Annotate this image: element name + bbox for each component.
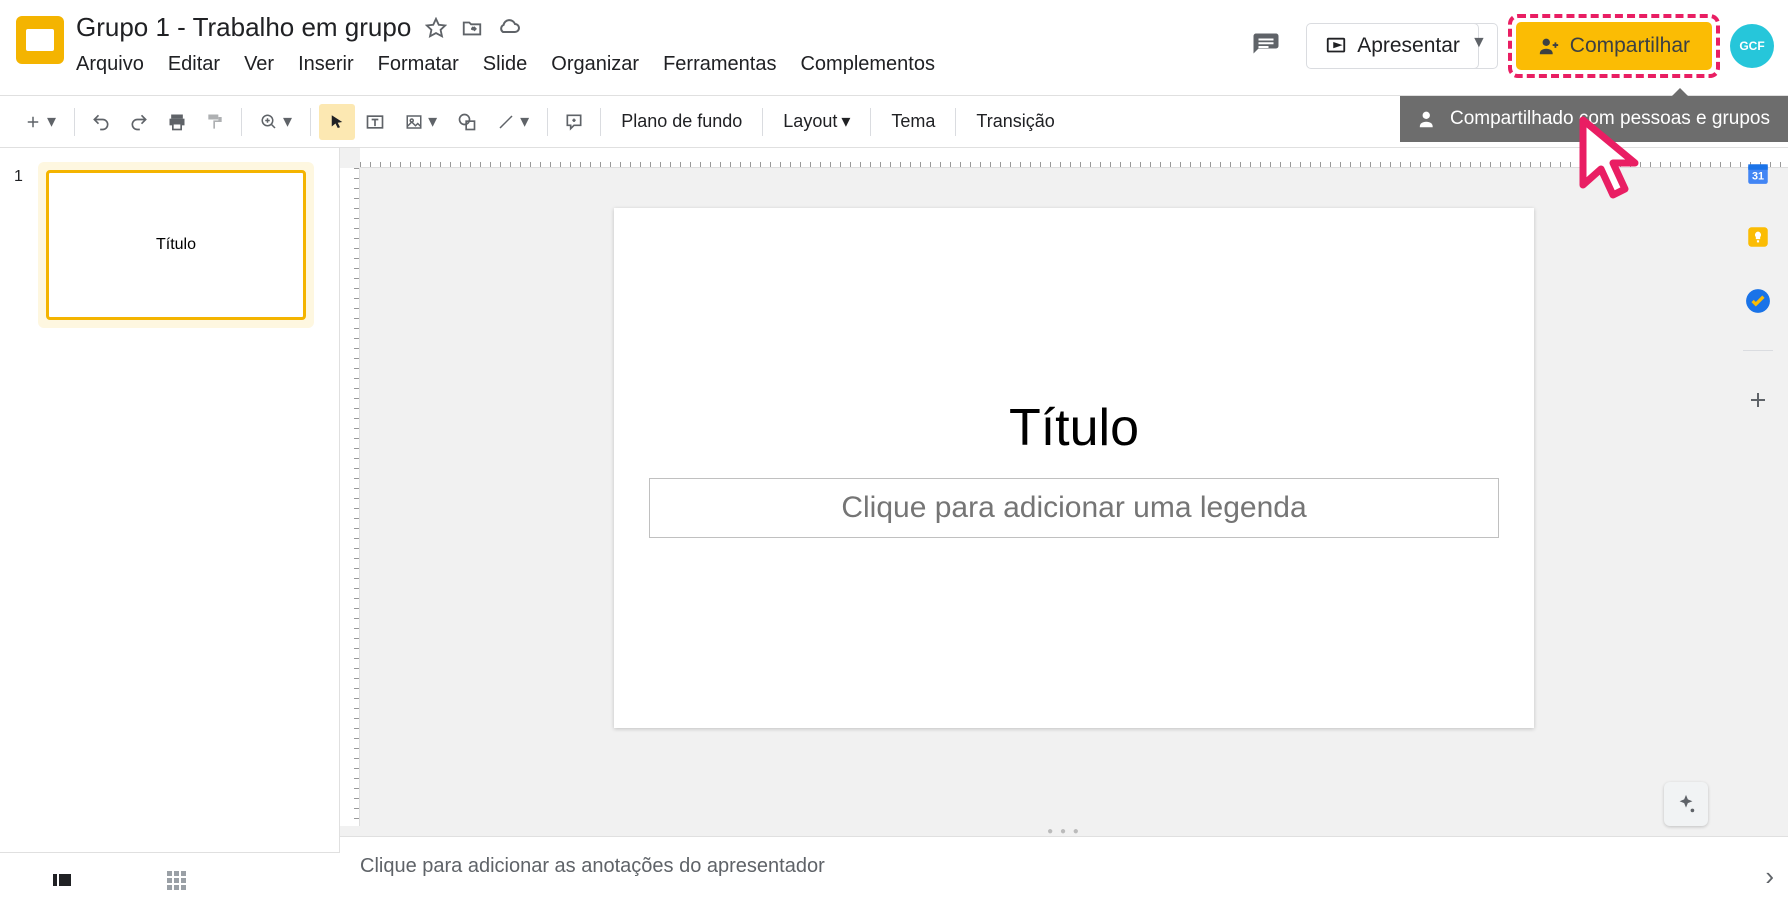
tasks-icon[interactable] — [1743, 286, 1773, 316]
document-title[interactable]: Grupo 1 - Trabalho em grupo — [76, 12, 411, 43]
side-panel: 31 — [1728, 148, 1788, 415]
separator — [955, 108, 956, 136]
share-tooltip: Compartilhado com pessoas e grupos — [1400, 96, 1788, 142]
vertical-ruler — [340, 168, 360, 826]
menubar: Arquivo Editar Ver Inserir Formatar Slid… — [76, 53, 935, 76]
thumbnail-number: 1 — [14, 162, 38, 328]
add-addon-icon[interactable] — [1743, 385, 1773, 415]
filmstrip-view-icon[interactable] — [50, 868, 74, 892]
separator — [547, 108, 548, 136]
undo-button[interactable] — [83, 104, 119, 140]
separator — [241, 108, 242, 136]
slide-thumbnail[interactable]: Título — [46, 170, 306, 320]
shape-tool[interactable] — [449, 104, 485, 140]
menu-ferramentas[interactable]: Ferramentas — [663, 53, 776, 76]
separator — [870, 108, 871, 136]
calendar-icon[interactable]: 31 — [1743, 158, 1773, 188]
comment-tool[interactable] — [556, 104, 592, 140]
doc-meta: Grupo 1 - Trabalho em grupo Arquivo Edit… — [76, 10, 935, 76]
slide-stage[interactable]: Título Clique para adicionar uma legenda — [360, 168, 1788, 826]
select-tool[interactable] — [319, 104, 355, 140]
present-label: Apresentar — [1357, 34, 1460, 58]
share-label: Compartilhar — [1570, 34, 1690, 58]
menu-editar[interactable]: Editar — [168, 53, 220, 76]
menu-slide[interactable]: Slide — [483, 53, 527, 76]
workspace: 1 Título Título Clique para adicionar um… — [0, 148, 1788, 906]
horizontal-ruler — [360, 148, 1788, 168]
zoom-button[interactable]: ▾ — [250, 104, 302, 140]
share-tooltip-text: Compartilhado com pessoas e grupos — [1450, 108, 1770, 130]
present-dropdown[interactable]: ▼ — [1461, 23, 1498, 69]
speaker-notes[interactable]: Clique para adicionar as anotações do ap… — [340, 836, 1788, 906]
new-slide-button[interactable]: ▾ — [14, 104, 66, 140]
comments-icon[interactable] — [1244, 24, 1288, 68]
separator — [762, 108, 763, 136]
menu-inserir[interactable]: Inserir — [298, 53, 354, 76]
background-button[interactable]: Plano de fundo — [609, 111, 754, 132]
separator — [74, 108, 75, 136]
menu-ver[interactable]: Ver — [244, 53, 274, 76]
textbox-tool[interactable] — [357, 104, 393, 140]
separator — [310, 108, 311, 136]
menu-formatar[interactable]: Formatar — [378, 53, 459, 76]
image-tool[interactable]: ▾ — [395, 104, 447, 140]
menu-complementos[interactable]: Complementos — [800, 53, 935, 76]
slide-subtitle-placeholder[interactable]: Clique para adicionar uma legenda — [649, 478, 1499, 538]
share-button[interactable]: Compartilhar — [1516, 22, 1712, 70]
separator — [600, 108, 601, 136]
paint-format-button[interactable] — [197, 104, 233, 140]
grid-view-icon[interactable] — [164, 868, 188, 892]
menu-organizar[interactable]: Organizar — [551, 53, 639, 76]
separator — [1743, 350, 1773, 351]
print-button[interactable] — [159, 104, 195, 140]
cloud-saved-icon[interactable] — [497, 16, 521, 40]
present-button[interactable]: Apresentar — [1306, 23, 1479, 69]
titlebar: Grupo 1 - Trabalho em grupo Arquivo Edit… — [0, 0, 1788, 96]
slide-title-placeholder[interactable]: Título — [1009, 398, 1139, 458]
notes-resizer[interactable]: ● ● ● — [340, 826, 1788, 836]
canvas-area: Título Clique para adicionar uma legenda… — [340, 148, 1788, 906]
star-icon[interactable] — [425, 17, 447, 39]
thumbnail-row[interactable]: 1 Título — [0, 162, 339, 328]
hide-side-panel-icon[interactable]: › — [1765, 861, 1774, 892]
theme-button[interactable]: Tema — [879, 111, 947, 132]
transition-button[interactable]: Transição — [964, 111, 1066, 132]
slides-logo-glyph — [26, 29, 54, 51]
thumbnail-title: Título — [156, 236, 196, 254]
line-tool[interactable]: ▾ — [487, 104, 539, 140]
layout-button[interactable]: Layout▾ — [771, 111, 862, 132]
view-switcher — [0, 852, 340, 906]
account-avatar[interactable]: GCF — [1730, 24, 1774, 68]
slide-canvas[interactable]: Título Clique para adicionar uma legenda — [614, 208, 1534, 728]
slides-logo[interactable] — [16, 16, 64, 64]
redo-button[interactable] — [121, 104, 157, 140]
keep-icon[interactable] — [1743, 222, 1773, 252]
explore-button[interactable] — [1664, 782, 1708, 826]
thumbnail-panel: 1 Título — [0, 148, 340, 906]
svg-text:31: 31 — [1752, 171, 1764, 183]
menu-arquivo[interactable]: Arquivo — [76, 53, 144, 76]
move-icon[interactable] — [461, 17, 483, 39]
avatar-label: GCF — [1739, 39, 1764, 53]
